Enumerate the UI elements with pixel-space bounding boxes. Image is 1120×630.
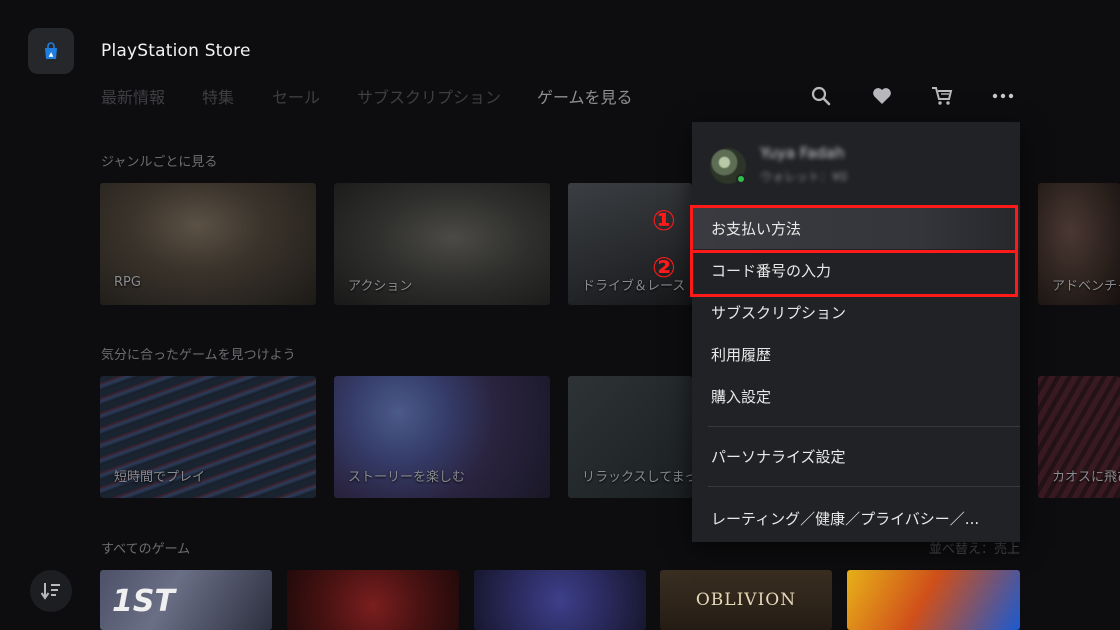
tab-news[interactable]: 最新情報 <box>101 84 165 108</box>
search-icon[interactable] <box>809 84 833 108</box>
cart-icon[interactable] <box>930 84 954 108</box>
ps-store-app-icon[interactable]: ▲ <box>28 28 74 74</box>
mood-tile-label: リラックスしてまったり <box>582 470 692 485</box>
sort-icon <box>41 583 60 600</box>
genre-section-title: ジャンルごとに見る <box>101 155 218 170</box>
genre-tile-rpg[interactable]: RPG <box>100 183 316 305</box>
menu-item-transaction-history[interactable]: 利用履歴 <box>692 333 1020 375</box>
svg-text:▲: ▲ <box>49 51 54 58</box>
game-tile[interactable] <box>287 570 459 630</box>
game-tile[interactable]: OBLIVION <box>660 570 832 630</box>
menu-item-personalization[interactable]: パーソナライズ設定 <box>692 435 1020 477</box>
mood-tile-relax[interactable]: リラックスしてまったり <box>568 376 692 498</box>
menu-divider <box>708 426 1020 427</box>
mood-section-title: 気分に合ったゲームを見つけよう <box>101 348 296 363</box>
game-tile[interactable] <box>474 570 646 630</box>
mood-tile-label: ストーリーを楽しむ <box>348 470 466 485</box>
game-tile-title: OBLIVION <box>695 590 797 610</box>
heart-icon[interactable] <box>870 84 894 108</box>
mood-tile-chaos[interactable]: カオスに飛び込む <box>1038 376 1120 498</box>
sort-button[interactable] <box>30 570 72 612</box>
genre-tile-adventure[interactable]: アドベンチャー <box>1038 183 1120 305</box>
mood-tile-label: 短時間でプレイ <box>114 470 206 485</box>
mood-tile-short[interactable]: 短時間でプレイ <box>100 376 316 498</box>
menu-item-purchase-settings[interactable]: 購入設定 <box>692 375 1020 417</box>
genre-tile-label: アクション <box>348 279 413 294</box>
wallet-balance: ウォレット：¥0 <box>760 170 848 184</box>
menu-item-redeem-code[interactable]: コード番号の入力 <box>692 249 1020 291</box>
game-tile[interactable] <box>847 570 1020 630</box>
mood-tile-story[interactable]: ストーリーを楽しむ <box>334 376 550 498</box>
menu-item-subscriptions[interactable]: サブスクリプション <box>692 291 1020 333</box>
user-name: Yuya Fadah <box>760 144 845 162</box>
menu-divider <box>708 486 1020 487</box>
app-title: PlayStation Store <box>101 41 251 61</box>
genre-tile-label: RPG <box>114 275 141 290</box>
more-icon[interactable] <box>991 84 1015 108</box>
mood-tile-label: カオスに飛び込む <box>1052 470 1120 485</box>
all-games-section-title: すべてのゲーム <box>101 542 191 557</box>
tab-browse-games[interactable]: ゲームを見る <box>537 84 633 108</box>
game-tile[interactable]: 1ST <box>100 570 272 630</box>
more-options-menu: Yuya Fadah ウォレット：¥0 お支払い方法 コード番号の入力 サブスク… <box>692 122 1020 542</box>
genre-tile-racing[interactable]: ドライブ＆レース <box>568 183 692 305</box>
genre-tile-label: アドベンチャー <box>1052 279 1120 294</box>
menu-item-rating-health-privacy[interactable]: レーティング／健康／プライバシー／... <box>692 497 1020 539</box>
online-status-dot <box>736 174 746 184</box>
genre-tile-action[interactable]: アクション <box>334 183 550 305</box>
shopping-bag-icon: ▲ <box>45 42 57 59</box>
tab-subscription[interactable]: サブスクリプション <box>357 84 501 108</box>
annotation-marker-2: ② <box>652 251 676 284</box>
tab-featured[interactable]: 特集 <box>202 84 234 108</box>
tab-sale[interactable]: セール <box>272 84 320 108</box>
menu-item-payment-methods[interactable]: お支払い方法 <box>692 207 1020 249</box>
annotation-marker-1: ① <box>652 204 676 237</box>
game-tile-title: 1ST <box>112 584 175 619</box>
